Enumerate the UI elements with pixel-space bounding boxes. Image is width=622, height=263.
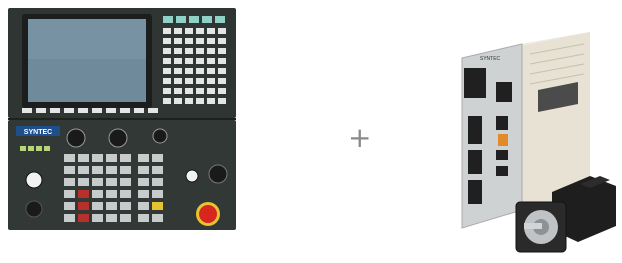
- servo-drive-illustration: SYNTEC: [461, 32, 616, 253]
- key-switch: [208, 164, 228, 184]
- yellow-key: [152, 202, 163, 210]
- spindle-override-knob: [108, 128, 128, 148]
- motor-shaft: [524, 223, 542, 229]
- emergency-stop-button: [199, 205, 217, 223]
- mode-select-knob: [152, 128, 168, 144]
- cycle-start-button: [25, 171, 43, 189]
- drive-orange-connector: [498, 134, 508, 146]
- jog-red-keys: [78, 190, 89, 222]
- controller-brand-text: SYNTEC: [24, 129, 52, 136]
- function-keys: [163, 16, 225, 23]
- feed-hold-button: [25, 200, 43, 218]
- cnc-controller-illustration: SYNTEC: [8, 8, 236, 230]
- cnc-controller-panel: SYNTEC: [8, 8, 236, 230]
- spindle-button: [185, 169, 199, 183]
- feedrate-override-knob: [66, 128, 86, 148]
- servo-drive-and-motor: SYNTEC: [440, 20, 620, 258]
- drive-brand-text: SYNTEC: [480, 56, 501, 62]
- plus-sign: +: [348, 121, 372, 154]
